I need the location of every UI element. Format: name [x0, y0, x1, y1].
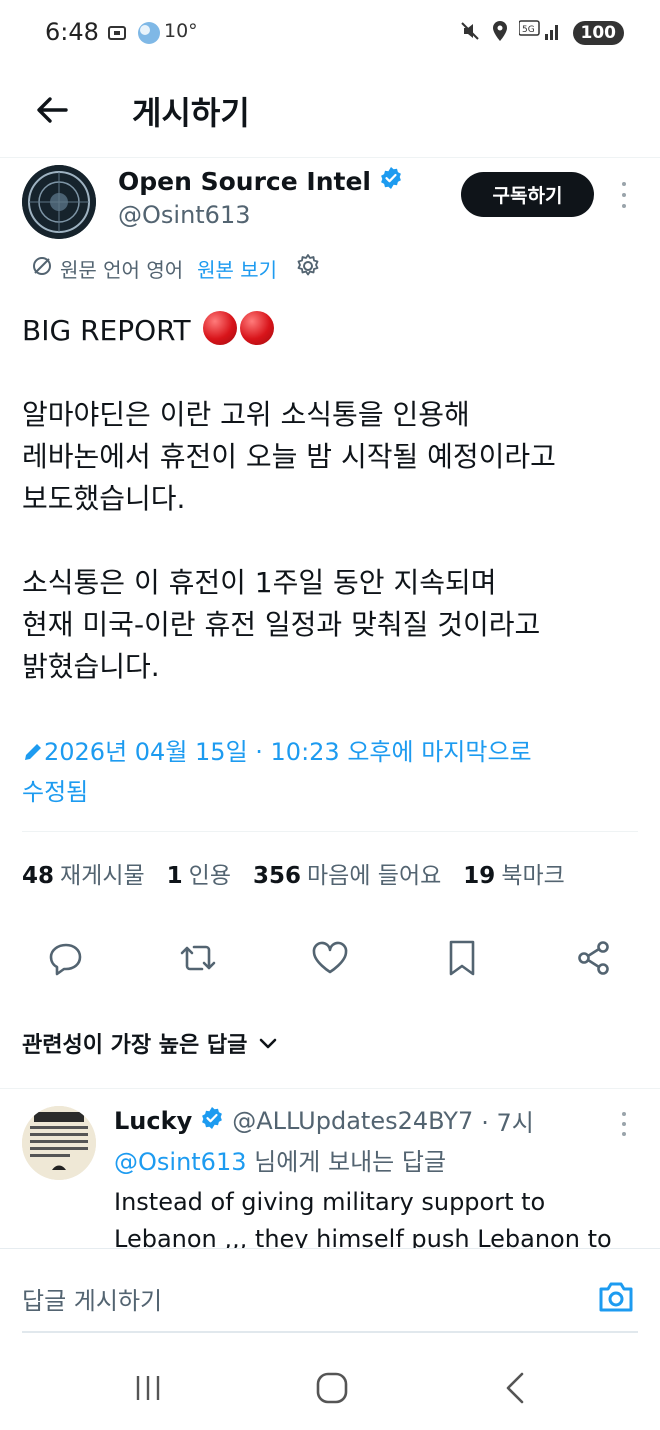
- author-handle[interactable]: @Osint613: [118, 201, 251, 229]
- home-icon: [316, 1372, 348, 1404]
- battery-indicator: 100: [572, 21, 624, 45]
- mute-icon: [459, 20, 481, 46]
- reply-compose-input[interactable]: 답글 게시하기: [22, 1281, 162, 1316]
- replying-to: @Osint613 님에게 보내는 답글: [114, 1142, 446, 1177]
- more-dot-icon: [622, 193, 626, 197]
- edited-timestamp[interactable]: 2026년 04월 15일 · 10:23 오후에 마지막으로 수정됨: [22, 732, 622, 812]
- pencil-icon: [22, 738, 44, 766]
- repost-button[interactable]: [176, 936, 220, 980]
- more-dot-icon: [622, 1132, 626, 1136]
- red-circle-emoji-icon: [239, 311, 274, 345]
- camera-icon: [599, 1282, 633, 1312]
- translation-source-label: 원문 언어 영어: [60, 258, 184, 282]
- likes-stat[interactable]: 356 마음에 들어요: [253, 856, 441, 890]
- status-notification-icons: [106, 20, 162, 50]
- reply-text: Instead of giving military support to Le…: [114, 1188, 612, 1248]
- page-title: 게시하기: [132, 94, 250, 132]
- quotes-count: 1: [166, 863, 183, 889]
- reply-author-name[interactable]: Lucky: [114, 1107, 192, 1135]
- system-back-button[interactable]: [494, 1366, 538, 1410]
- divider: [0, 1088, 660, 1089]
- reply-avatar[interactable]: [22, 1106, 96, 1180]
- reposts-count: 48: [22, 863, 55, 889]
- edited-note[interactable]: 2026년 04월 15일 · 10:23 오후에 마지막으로 수정됨: [22, 738, 532, 806]
- status-temperature: 10°: [164, 20, 198, 42]
- reposts-stat[interactable]: 48 재게시물: [22, 856, 145, 890]
- verified-badge-icon: [200, 1106, 224, 1136]
- share-button[interactable]: [572, 936, 616, 980]
- more-dot-icon: [622, 204, 626, 208]
- quotes-label: 인용: [188, 863, 231, 889]
- red-circle-emoji-icon: [202, 311, 237, 345]
- translation-settings-button[interactable]: [295, 253, 321, 284]
- likes-label: 마음에 들어요: [307, 863, 442, 889]
- status-bar: 6:48 10° 5G 100: [0, 0, 660, 68]
- back-button[interactable]: [30, 88, 74, 132]
- more-options-button[interactable]: [612, 178, 636, 212]
- reply-author-handle[interactable]: @ALLUpdates24BY7: [232, 1107, 473, 1135]
- recent-apps-icon: [136, 1376, 160, 1400]
- author-name[interactable]: Open Source Intel: [118, 167, 371, 196]
- repost-icon: [180, 945, 216, 971]
- 5g-signal-icon: 5G: [517, 20, 563, 46]
- camera-button[interactable]: [596, 1278, 636, 1316]
- author-avatar[interactable]: [22, 165, 96, 239]
- tweet-headline-row: BIG REPORT: [22, 310, 642, 352]
- location-icon: [491, 20, 509, 46]
- bookmark-icon: [449, 940, 475, 976]
- more-dot-icon: [622, 1122, 626, 1126]
- recent-apps-button[interactable]: [126, 1366, 170, 1410]
- status-time: 6:48: [45, 18, 99, 46]
- bookmarks-label: 북마크: [501, 863, 565, 889]
- tweet-body: BIG REPORT 알마야딘은 이란 고위 소식통을 인용해 레바논에서 휴전…: [22, 310, 642, 730]
- bookmark-button[interactable]: [440, 936, 484, 980]
- tweet-paragraph-1: 알마야딘은 이란 고위 소식통을 인용해 레바논에서 휴전이 오늘 밤 시작될 …: [22, 398, 556, 515]
- subscribe-button[interactable]: 구독하기: [461, 172, 594, 217]
- top-app-bar: 게시하기: [0, 68, 660, 158]
- compose-underline: [22, 1331, 638, 1333]
- engagement-stats: 48 재게시물 1 인용 356 마음에 들어요 19 북마크: [22, 856, 565, 890]
- tweet-paragraph-2: 소식통은 이 휴전이 1주일 동안 지속되며 현재 미국-이란 휴전 일정과 맞…: [22, 566, 541, 683]
- chevron-left-icon: [506, 1372, 524, 1404]
- home-button[interactable]: [310, 1366, 354, 1410]
- svg-text:5G: 5G: [522, 25, 535, 35]
- translation-bar: 원문 언어 영어 원본 보기: [30, 253, 321, 284]
- view-original-link[interactable]: 원본 보기: [197, 254, 277, 283]
- author-name-row[interactable]: Open Source Intel: [118, 166, 403, 196]
- translate-icon: [30, 254, 54, 283]
- action-bar: [22, 930, 638, 986]
- gear-icon: [297, 254, 319, 276]
- share-icon: [578, 941, 609, 975]
- reply-header: Lucky @ALLUpdates24BY7 · 7시: [114, 1103, 534, 1138]
- tweet-headline: BIG REPORT: [22, 314, 191, 347]
- quotes-stat[interactable]: 1 인용: [167, 856, 231, 890]
- more-dot-icon: [622, 1112, 626, 1116]
- weather-icon: [136, 20, 162, 50]
- likes-count: 356: [253, 863, 302, 889]
- reply-more-options-button[interactable]: [612, 1109, 636, 1139]
- more-dot-icon: [622, 182, 626, 186]
- replying-to-handle[interactable]: @Osint613: [114, 1148, 247, 1176]
- reposts-label: 재게시물: [60, 863, 145, 889]
- sort-label: 관련성이 가장 높은 답글: [22, 1033, 248, 1058]
- reply-icon: [49, 943, 82, 976]
- chevron-down-icon: [260, 1038, 277, 1049]
- bookmarks-stat[interactable]: 19 북마크: [463, 856, 565, 890]
- bookmarks-count: 19: [463, 863, 496, 889]
- replying-to-suffix: 님에게 보내는 답글: [246, 1148, 447, 1176]
- reply-sort-dropdown[interactable]: 관련성이 가장 높은 답글: [22, 1027, 279, 1059]
- arrow-left-icon: [37, 97, 68, 123]
- verified-badge-icon: [379, 166, 403, 196]
- like-button[interactable]: [308, 936, 352, 980]
- screenshot-icon: [106, 22, 128, 48]
- reply-time: · 7시: [481, 1109, 534, 1137]
- divider: [22, 831, 638, 832]
- heart-icon: [312, 941, 348, 974]
- reply-button[interactable]: [44, 936, 88, 980]
- status-system-icons: 5G 100: [459, 20, 624, 46]
